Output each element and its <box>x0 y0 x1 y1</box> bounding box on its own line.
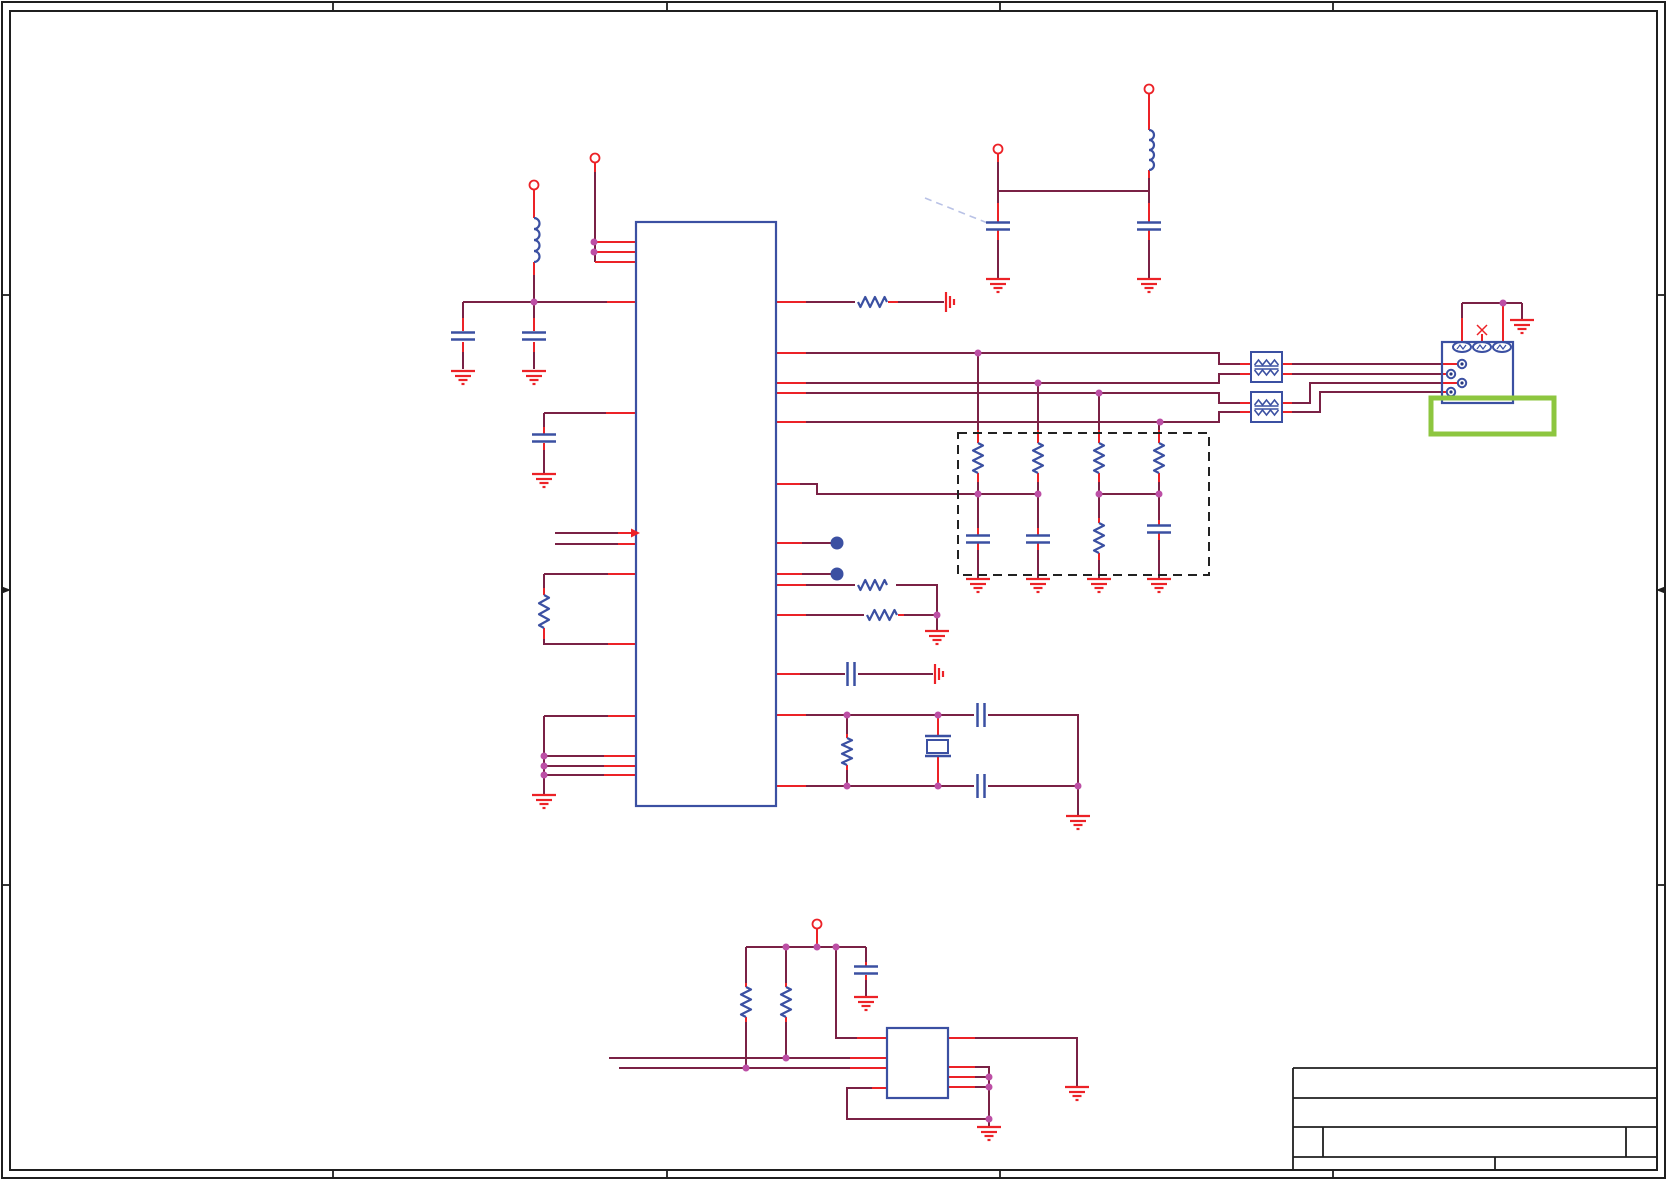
crystal-body <box>926 739 949 754</box>
wire <box>846 1087 989 1120</box>
junction-dot <box>1095 389 1103 397</box>
choke-winding-bottom <box>1253 368 1280 377</box>
power-port <box>589 152 601 164</box>
junction-dot <box>540 752 548 760</box>
choke-winding-bottom <box>1253 408 1280 417</box>
terminal-dot <box>830 536 844 550</box>
wire <box>904 614 938 630</box>
connector-pin-center <box>1460 362 1464 366</box>
schematic-page <box>0 0 1667 1180</box>
choke-winding-top <box>1253 398 1280 407</box>
resistor <box>1092 442 1106 474</box>
wire <box>806 373 1240 384</box>
junction-dot <box>974 490 982 498</box>
wire <box>835 947 857 1039</box>
guide-dashed-line <box>924 197 991 225</box>
resistor <box>779 986 793 1018</box>
junction-dot <box>832 943 840 951</box>
schematic-canvas <box>1 1 1666 1179</box>
terminal-dot <box>830 567 844 581</box>
junction-dot <box>985 1073 993 1081</box>
connector-shield-coil <box>1496 344 1507 350</box>
junction-dot <box>843 782 851 790</box>
resistor <box>857 578 888 592</box>
power-port <box>992 143 1004 155</box>
resistor <box>971 442 985 474</box>
junction-dot <box>934 711 942 719</box>
inductor <box>1148 128 1156 172</box>
junction-dot <box>1155 490 1163 498</box>
connector-pin-center <box>1460 381 1464 385</box>
resistor <box>1152 442 1166 474</box>
resistor <box>1092 522 1106 554</box>
power-port <box>811 918 823 930</box>
junction-dot <box>813 943 821 951</box>
resistor <box>857 295 888 309</box>
frame-inner-border <box>9 10 1658 1171</box>
junction-dot <box>1034 379 1042 387</box>
main-ic-body <box>634 220 778 808</box>
aux-ic-body <box>885 1026 950 1100</box>
wire <box>806 411 1240 423</box>
junction-dot <box>590 238 598 246</box>
junction-dot <box>1499 299 1507 307</box>
junction-dot <box>933 611 941 619</box>
junction-dot <box>540 771 548 779</box>
junction-dot <box>934 782 942 790</box>
junction-dot <box>1034 490 1042 498</box>
connector-pin-center <box>1449 372 1453 376</box>
resistor <box>840 736 854 767</box>
junction-dot <box>742 1064 750 1072</box>
wire <box>896 584 938 615</box>
wire <box>1292 391 1442 413</box>
junction-dot <box>530 298 538 306</box>
connector-shield-coil <box>1476 344 1487 350</box>
inductor <box>533 216 541 264</box>
junction-dot <box>1095 490 1103 498</box>
junction-dot <box>540 762 548 770</box>
junction-dot <box>985 1083 993 1091</box>
choke-body <box>1250 391 1283 423</box>
junction-dot <box>974 349 982 357</box>
junction-dot <box>1156 418 1164 426</box>
choke-winding-top <box>1253 358 1280 367</box>
connector-pin-center <box>1449 390 1453 394</box>
wire <box>800 483 1038 495</box>
power-port <box>1143 83 1155 95</box>
power-port <box>528 179 540 191</box>
junction-dot <box>843 711 851 719</box>
junction-dot <box>985 1115 993 1123</box>
termination-group-dashed-box <box>957 432 1210 576</box>
resistor <box>1031 442 1045 474</box>
choke-body <box>1250 351 1283 383</box>
junction-dot <box>782 943 790 951</box>
junction-dot <box>782 1054 790 1062</box>
wire <box>806 352 1240 365</box>
wire <box>806 392 1240 404</box>
junction-dot <box>1074 782 1082 790</box>
wire <box>543 639 608 645</box>
wire <box>988 714 1079 815</box>
resistor <box>739 986 753 1018</box>
junction-dot <box>590 248 598 256</box>
connector-shield-coil <box>1456 344 1467 350</box>
resistor <box>537 594 551 629</box>
frame-outer-border <box>1 1 1666 1179</box>
resistor <box>866 608 898 622</box>
